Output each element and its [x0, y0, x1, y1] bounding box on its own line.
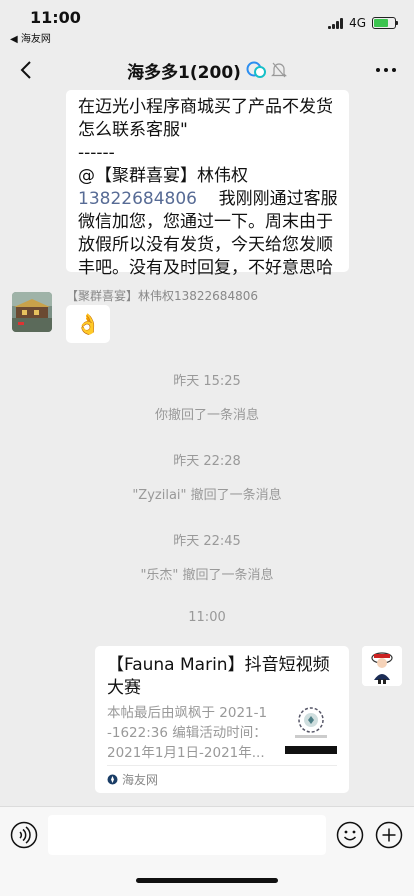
- timestamp: 昨天 22:45: [173, 534, 241, 549]
- message-line: 丰吧。没有及时回复，不好意思哈: [78, 258, 333, 278]
- card-source: 海友网: [107, 771, 158, 788]
- network-label: 4G: [349, 16, 366, 30]
- message-bubble-emoji[interactable]: 👌: [66, 305, 110, 343]
- back-to-app-link[interactable]: ◀ 海友网: [10, 30, 51, 45]
- chat-area[interactable]: 在迈光小程序商城买了产品不发货 怎么联系客服" ------ @【聚群喜宴】林伟…: [0, 90, 414, 806]
- home-indicator[interactable]: [136, 878, 278, 883]
- message-line: 13822684806 我刚刚通过客服: [78, 188, 338, 211]
- message-text: 我刚刚通过客服: [218, 189, 338, 209]
- compass-icon: [107, 774, 118, 785]
- chevron-left-icon: [20, 61, 31, 79]
- card-summary: 本帖最后由飒枫于 2021-1 -1622:36 编辑活动时间： 2021年1月…: [107, 703, 279, 763]
- group-name: 海多多1(200): [127, 62, 241, 83]
- recall-notice: "Zyzilai" 撤回了一条消息: [132, 488, 282, 503]
- phone-link[interactable]: 13822684806: [78, 189, 197, 209]
- avatar[interactable]: [12, 292, 52, 332]
- chat-header: 海多多1(200): [0, 46, 414, 94]
- card-summary-line: 本帖最后由飒枫于 2021-1: [107, 705, 268, 721]
- timestamp: 昨天 15:25: [173, 374, 241, 389]
- sender-name: 【聚群喜宴】林伟权13822684806: [66, 289, 258, 303]
- ok-hand-icon: 👌: [75, 312, 101, 336]
- more-button[interactable]: [374, 58, 398, 82]
- timestamp: 11:00: [188, 610, 226, 625]
- card-source-label: 海友网: [122, 773, 159, 787]
- emoji-icon: [336, 821, 364, 849]
- card-title: 【Fauna Marin】抖音短视频大赛: [107, 655, 330, 698]
- timestamp: 昨天 22:28: [173, 454, 241, 469]
- link-card[interactable]: 【Fauna Marin】抖音短视频大赛 本帖最后由飒枫于 2021-1 -16…: [95, 646, 349, 793]
- card-thumbnail: [285, 702, 337, 754]
- status-bar: 11:00 ◀ 海友网 4G: [0, 0, 414, 46]
- card-summary-line: 2021年1月1日-2021年...: [107, 745, 265, 761]
- battery-icon: [372, 17, 398, 29]
- status-indicators: 4G: [328, 16, 398, 30]
- emoji-button[interactable]: [336, 821, 364, 849]
- signal-icon: [328, 17, 344, 29]
- message-input[interactable]: [48, 815, 326, 855]
- my-avatar[interactable]: [362, 646, 402, 686]
- divider: [107, 765, 337, 766]
- bell-off-icon: [270, 62, 287, 78]
- voice-icon: [10, 821, 38, 849]
- message-bubble-text[interactable]: 在迈光小程序商城买了产品不发货 怎么联系客服" ------ @【聚群喜宴】林伟…: [66, 90, 349, 278]
- message-line: ------: [78, 143, 115, 163]
- message-line: @【聚群喜宴】林伟权: [78, 166, 248, 186]
- message-line: 微信加您，您通过一下。周末由于: [78, 212, 333, 232]
- back-button[interactable]: [14, 58, 38, 82]
- recall-notice: "乐杰" 撤回了一条消息: [140, 568, 274, 583]
- status-time: 11:00: [30, 8, 81, 27]
- chat-title: 海多多1(200): [127, 58, 287, 83]
- recall-notice: 你撤回了一条消息: [154, 408, 259, 423]
- more-actions-button[interactable]: [375, 821, 403, 849]
- more-icon: [376, 68, 396, 72]
- message-line: 在迈光小程序商城买了产品不发货: [78, 97, 333, 117]
- chat-bubble-icon: [246, 61, 266, 78]
- message-line: 怎么联系客服": [78, 120, 188, 140]
- card-summary-line: -1622:36 编辑活动时间：: [107, 725, 267, 741]
- message-line: 放假所以没有发货，今天给您发顺: [78, 235, 333, 255]
- voice-button[interactable]: [10, 821, 38, 849]
- plus-icon: [375, 821, 403, 849]
